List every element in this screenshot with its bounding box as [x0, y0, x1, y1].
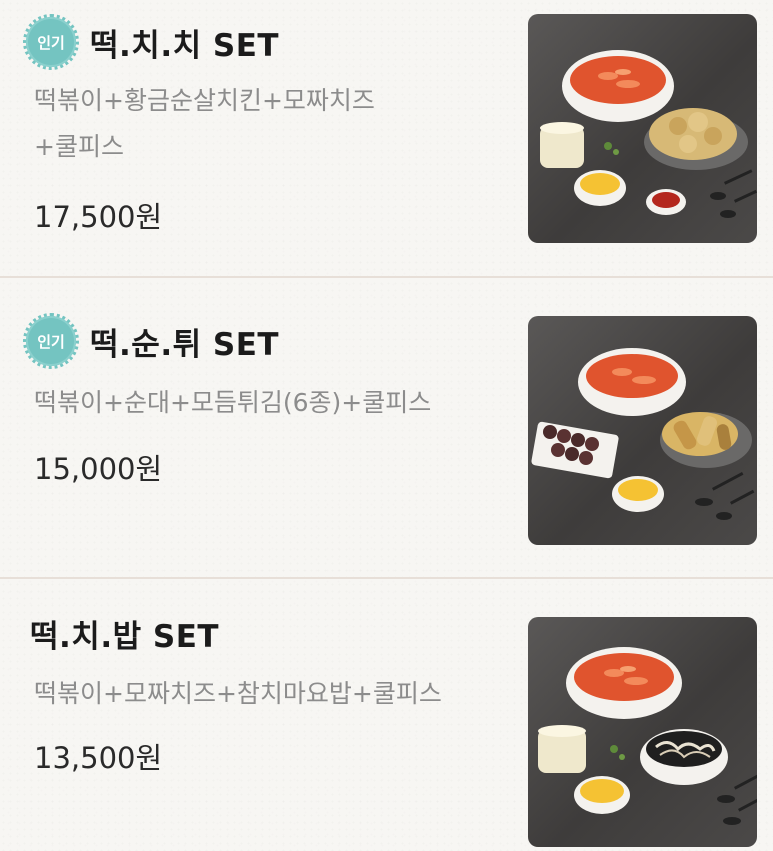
menu-item-title: 떡.치.밥 SET: [30, 619, 220, 655]
menu-item-description: 떡볶이+모짜치즈+참치마요밥+쿨피스: [34, 671, 442, 717]
title-row: 인기 떡.순.튀 SET: [23, 313, 280, 369]
menu-item-description: 떡볶이+순대+모듬튀김(6종)+쿨피스: [34, 380, 431, 426]
menu-item[interactable]: 떡.치.밥 SET 떡볶이+모짜치즈+참치마요밥+쿨피스 13,500원: [0, 579, 773, 851]
tteokbokki-rice-set-icon: [538, 647, 757, 825]
menu-list: 인기 떡.치.치 SET 떡볶이+황금순살치킨+모짜치즈 +쿨피스 17,500…: [0, 0, 773, 851]
menu-item-price: 13,500원: [34, 741, 163, 775]
menu-item-title: 떡.순.튀 SET: [90, 326, 280, 363]
title-row: 인기 떡.치.치 SET: [23, 14, 280, 70]
menu-item-price: 17,500원: [34, 200, 163, 234]
food-photo[interactable]: [528, 14, 757, 243]
tteokbokki-chicken-set-icon: [540, 50, 757, 218]
title-row: 떡.치.밥 SET: [26, 611, 219, 656]
description-line: 떡볶이+모짜치즈+참치마요밥+쿨피스: [34, 679, 442, 708]
popular-badge: 인기: [23, 313, 79, 369]
popular-badge: 인기: [23, 14, 79, 70]
menu-item-description: 떡볶이+황금순살치킨+모짜치즈 +쿨피스: [34, 78, 375, 170]
menu-item[interactable]: 인기 떡.치.치 SET 떡볶이+황금순살치킨+모짜치즈 +쿨피스 17,500…: [0, 0, 773, 276]
description-line: 떡볶이+황금순살치킨+모짜치즈: [34, 86, 375, 115]
tteokbokki-sundae-fried-set-icon: [531, 348, 755, 520]
menu-item-price: 15,000원: [34, 452, 163, 486]
menu-item[interactable]: 인기 떡.순.튀 SET 떡볶이+순대+모듬튀김(6종)+쿨피스 15,000원: [0, 278, 773, 577]
description-line: +쿨피스: [34, 132, 124, 161]
food-photo[interactable]: [528, 316, 757, 545]
description-line: 떡볶이+순대+모듬튀김(6종)+쿨피스: [34, 388, 432, 417]
menu-item-title: 떡.치.치 SET: [90, 27, 280, 64]
food-photo[interactable]: [528, 617, 757, 847]
